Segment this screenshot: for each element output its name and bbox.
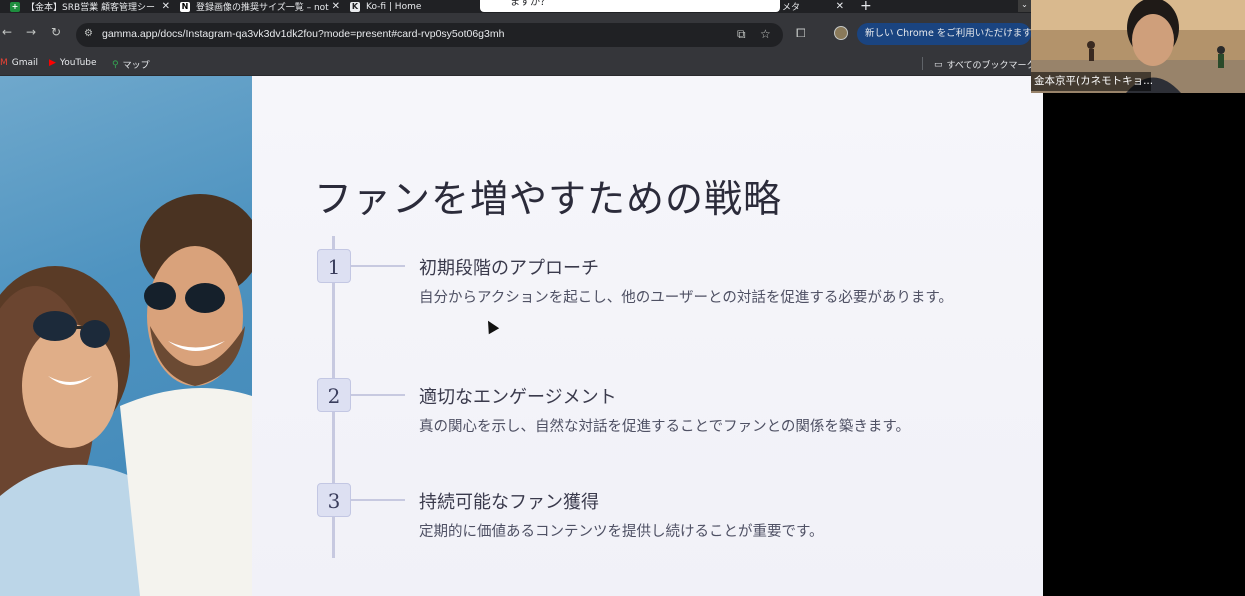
tab-label: Ko-fi | Home (366, 1, 422, 12)
couple-photo-image (0, 194, 252, 596)
step-connector (351, 265, 405, 267)
bookmark-label: Gmail (11, 58, 39, 68)
youtube-icon: ▶ (49, 58, 56, 68)
step-description: 真の関心を示し、自然な対話を促進することでファンとの関係を築きます。 (419, 419, 910, 435)
tab-label: メタ (782, 3, 801, 13)
bookmark-label: マップ (122, 61, 150, 71)
step-number: 2 (317, 378, 351, 412)
tab-strip: + 【金本】SRB営業 顧客管理シー ✕ N 登録画像の推奨サイズ一覧 – no… (0, 0, 1031, 13)
bookmark-label: YouTube (59, 58, 97, 68)
tab-label: 【金本】SRB営業 顧客管理シー (26, 3, 156, 13)
back-icon[interactable]: ← (2, 25, 12, 39)
forward-icon[interactable]: → (26, 25, 36, 39)
step-connector (351, 394, 405, 396)
bookmark-star-icon[interactable]: ☆ (760, 27, 771, 41)
tab-search-icon[interactable]: ⌄ (1018, 0, 1031, 12)
slide-content: ファンを増やすための戦略 1 初期段階のアプローチ 自分からアクションを起こし、… (252, 76, 1043, 596)
cast-icon[interactable]: ⧉ (737, 27, 746, 42)
notion-icon: N (180, 1, 190, 12)
popup-text: ますか？ (510, 0, 550, 8)
step-number: 1 (317, 249, 351, 283)
tab-label: 登録画像の推奨サイズ一覧 – not (196, 3, 329, 13)
step-connector (351, 499, 405, 501)
site-info-icon[interactable]: ⚙ (84, 28, 93, 39)
maps-icon: ⚲ (112, 59, 119, 70)
step-number: 3 (317, 483, 351, 517)
bookmark-maps[interactable]: ⚲ マップ (112, 58, 150, 72)
address-bar[interactable]: ⚙ gamma.app/docs/Instagram-qa3vk3dv1dk2f… (76, 23, 783, 47)
bookmark-gmail[interactable]: M Gmail (0, 58, 38, 68)
step-description: 定期的に価値あるコンテンツを提供し続けることが重要です。 (419, 524, 824, 540)
bookmark-youtube[interactable]: ▶ YouTube (49, 58, 97, 68)
update-text: 新しい Chrome をご利用いただけます (865, 28, 1032, 39)
tab-partial[interactable]: メタ ✕ (782, 0, 844, 13)
kofi-icon: K (350, 1, 360, 12)
step-title: 適切なエンゲージメント (419, 387, 617, 408)
tab-notion[interactable]: N 登録画像の推奨サイズ一覧 – not ✕ (180, 0, 340, 13)
toolbar: ← → ↻ ⚙ gamma.app/docs/Instagram-qa3vk3d… (0, 13, 1044, 51)
tab-sheets[interactable]: + 【金本】SRB営業 顧客管理シー ✕ (10, 0, 170, 13)
slide-title: ファンを増やすための戦略 (314, 177, 783, 221)
all-bookmarks[interactable]: ▭ すべてのブックマーク (934, 58, 1036, 72)
profile-avatar[interactable] (834, 26, 848, 40)
close-icon[interactable]: ✕ (332, 1, 340, 12)
bookmark-label: すべてのブックマーク (946, 61, 1036, 71)
meeting-side-panel (1043, 93, 1245, 596)
step-title: 初期段階のアプローチ (419, 258, 599, 279)
gmail-icon: M (0, 58, 8, 68)
close-icon[interactable]: ✕ (162, 1, 170, 12)
slide-photo (0, 76, 252, 596)
presentation-slide: ファンを増やすための戦略 1 初期段階のアプローチ 自分からアクションを起こし、… (0, 76, 1043, 596)
extensions-icon[interactable]: ⧠ (796, 26, 806, 41)
close-icon[interactable]: ✕ (836, 1, 844, 12)
step-title: 持続可能なファン獲得 (419, 492, 599, 513)
url-text[interactable]: gamma.app/docs/Instagram-qa3vk3dv1dk2fou… (102, 28, 504, 40)
bookmarks-divider (922, 57, 923, 70)
chrome-update-pill[interactable]: 新しい Chrome をご利用いただけます ⋮ (857, 23, 1044, 45)
participant-name: 金本京平(カネモトキョ... (1031, 72, 1153, 91)
folder-icon: ▭ (934, 59, 943, 70)
tab-popup: ますか？ (480, 0, 780, 12)
bookmarks-bar: M Gmail ▶ YouTube ⚲ マップ ▭ すべてのブックマーク (0, 51, 1036, 76)
tab-kofi[interactable]: K Ko-fi | Home (350, 0, 470, 13)
sheets-icon: + (10, 1, 20, 12)
new-tab-button[interactable]: + (860, 0, 872, 13)
reload-icon[interactable]: ↻ (51, 25, 61, 39)
step-description: 自分からアクションを起こし、他のユーザーとの対話を促進する必要があります。 (419, 290, 953, 306)
